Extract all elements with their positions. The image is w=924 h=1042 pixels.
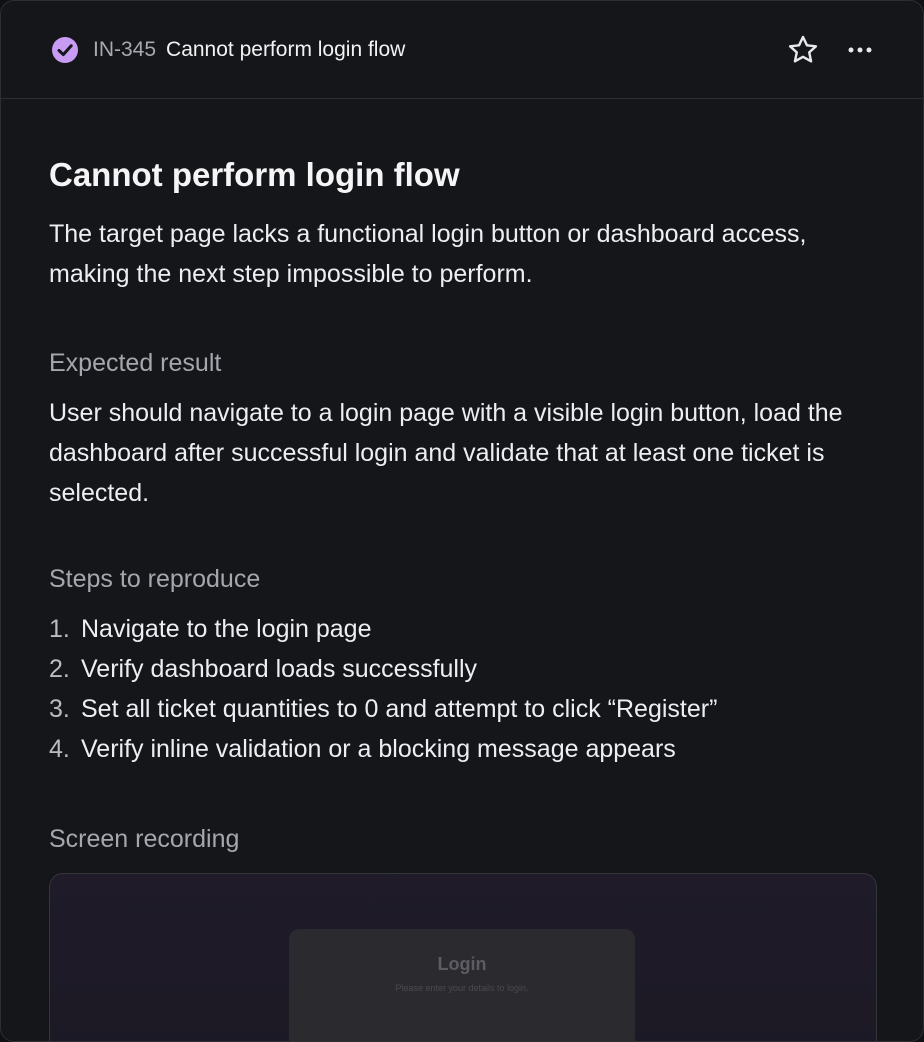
recording-login-subtitle: Please enter your details to login. — [395, 983, 529, 993]
step-item: 1. Navigate to the login page — [49, 609, 875, 649]
step-number: 1. — [49, 615, 70, 643]
step-item: 4. Verify inline validation or a blockin… — [49, 729, 875, 769]
issue-panel: IN-345 Cannot perform login flow Cannot … — [0, 0, 924, 1042]
expected-result-text: User should navigate to a login page wit… — [49, 399, 843, 507]
recording-login-card: Login Please enter your details to login… — [289, 929, 635, 1041]
screen-recording-preview[interactable]: Login Please enter your details to login… — [49, 873, 877, 1041]
star-button[interactable] — [785, 32, 821, 68]
check-circle-icon[interactable] — [51, 36, 79, 64]
step-text: Verify inline validation or a blocking m… — [81, 735, 676, 763]
step-number: 3. — [49, 695, 70, 723]
step-item: 3. Set all ticket quantities to 0 and at… — [49, 689, 875, 729]
issue-title: Cannot perform login flow — [49, 156, 460, 193]
steps-list: 1. Navigate to the login page 2. Verify … — [49, 609, 875, 769]
more-horizontal-icon — [848, 47, 872, 52]
step-number: 4. — [49, 735, 70, 763]
steps-label: Steps to reproduce — [49, 565, 261, 593]
step-item: 2. Verify dashboard loads successfully — [49, 649, 875, 689]
star-icon — [788, 35, 818, 63]
expected-result-label: Expected result — [49, 349, 222, 377]
issue-id: IN-345 — [93, 37, 157, 61]
recording-login-title: Login — [437, 954, 487, 974]
issue-description: The target page lacks a functional login… — [49, 220, 807, 288]
issue-content: Cannot perform login flow The target pag… — [1, 99, 923, 1041]
header-issue-title: Cannot perform login flow — [166, 37, 406, 61]
issue-header: IN-345 Cannot perform login flow — [1, 1, 923, 99]
step-number: 2. — [49, 655, 70, 683]
screen-recording-label: Screen recording — [49, 825, 240, 853]
step-text: Verify dashboard loads successfully — [81, 655, 478, 683]
more-options-button[interactable] — [847, 32, 873, 68]
step-text: Navigate to the login page — [81, 615, 372, 643]
step-text: Set all ticket quantities to 0 and attem… — [81, 695, 718, 723]
